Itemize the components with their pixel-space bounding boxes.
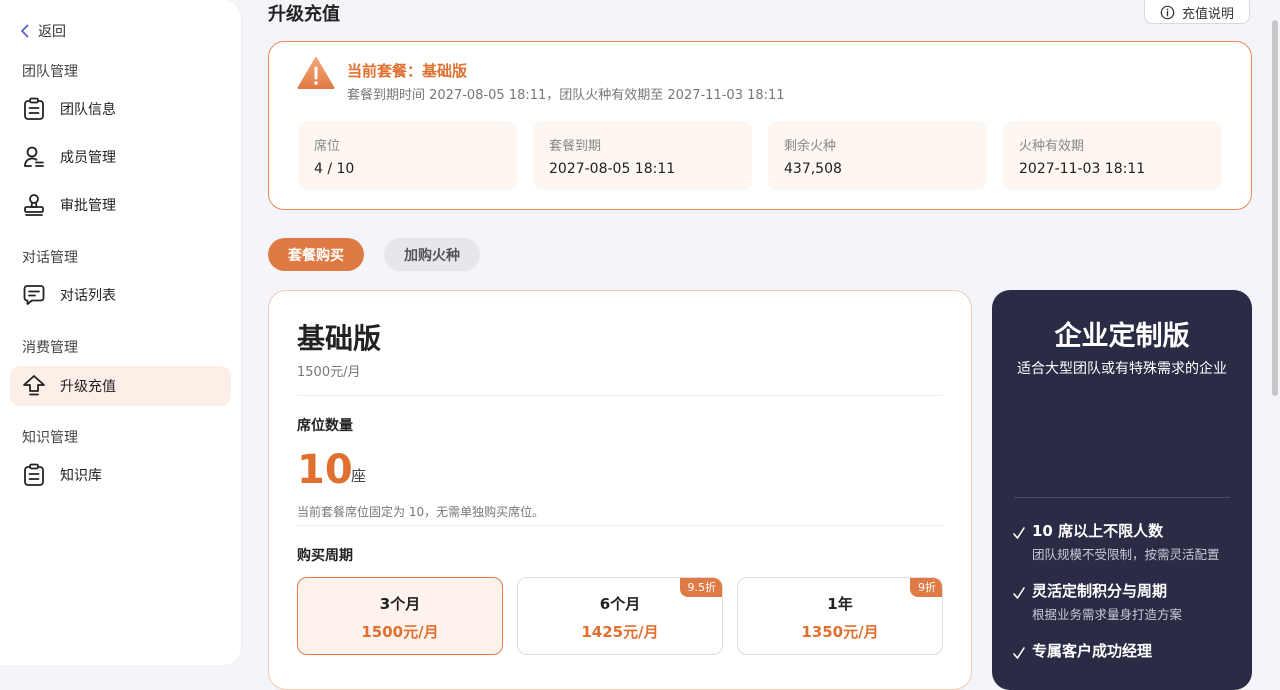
sidebar-item-upgrade[interactable]: 升级充值 xyxy=(10,366,231,406)
back-label: 返回 xyxy=(38,24,66,40)
sidebar-item-members[interactable]: 成员管理 xyxy=(10,137,231,177)
divider xyxy=(297,395,943,396)
stat-label: 席位 xyxy=(314,139,341,154)
check-icon xyxy=(1013,587,1025,599)
tab-plan-purchase[interactable]: 套餐购买 xyxy=(268,238,364,271)
divider xyxy=(1014,497,1230,498)
sidebar-item-label: 审批管理 xyxy=(60,198,116,214)
stat-value: 2027-11-03 18:11 xyxy=(1019,161,1146,177)
feature-title: 10 席以上不限人数 xyxy=(1032,522,1164,540)
user-manage-icon xyxy=(22,145,46,169)
seats-note: 当前套餐席位固定为 10，无需单独购买席位。 xyxy=(297,505,545,519)
back-button[interactable]: 返回 xyxy=(20,21,66,41)
current-plan-card: 当前套餐：基础版 套餐到期时间 2027-08-05 18:11，团队火种有效期… xyxy=(268,41,1252,210)
basic-plan-card: 基础版 1500元/月 席位数量 10 座 当前套餐席位固定为 10，无需单独购… xyxy=(268,290,972,690)
clipboard-icon xyxy=(22,97,46,121)
sidebar-item-chat-list[interactable]: 对话列表 xyxy=(10,275,231,315)
enterprise-title: 企业定制版 xyxy=(1054,321,1190,352)
chat-icon xyxy=(22,283,46,307)
period-name: 6个月 xyxy=(599,595,641,613)
enterprise-plan-card[interactable]: 企业定制版 适合大型团队或有特殊需求的企业 10 席以上不限人数 团队规模不受限… xyxy=(992,290,1252,690)
period-title: 购买周期 xyxy=(297,548,353,564)
period-name: 3个月 xyxy=(379,595,421,613)
sidebar-item-label: 对话列表 xyxy=(60,288,116,304)
seats-title: 席位数量 xyxy=(297,418,353,434)
current-plan-name: 当前套餐：基础版 xyxy=(347,62,468,80)
stat-sparks-validity: 火种有效期 2027-11-03 18:11 xyxy=(1003,121,1222,190)
stat-label: 剩余火种 xyxy=(784,139,837,154)
stat-remaining-sparks: 剩余火种 437,508 xyxy=(768,121,987,190)
seats-unit: 座 xyxy=(351,467,367,485)
sidebar-item-team-info[interactable]: 团队信息 xyxy=(10,89,231,129)
sidebar-item-label: 团队信息 xyxy=(60,102,116,118)
sidebar-item-label: 知识库 xyxy=(60,468,102,484)
plan-title: 基础版 xyxy=(297,322,382,355)
group-title-billing: 消费管理 xyxy=(22,340,78,356)
help-label: 充值说明 xyxy=(1181,6,1234,22)
upgrade-icon xyxy=(22,374,46,398)
stat-label: 套餐到期 xyxy=(549,139,602,154)
period-price: 1500元/月 xyxy=(361,623,439,641)
seats-value: 10 xyxy=(297,447,353,493)
check-icon xyxy=(1013,527,1025,539)
stat-plan-expire: 套餐到期 2027-08-05 18:11 xyxy=(533,121,752,190)
stat-value: 437,508 xyxy=(784,161,842,177)
sidebar-item-label: 成员管理 xyxy=(60,150,116,166)
group-title-chat: 对话管理 xyxy=(22,250,78,266)
current-plan-expire: 套餐到期时间 2027-08-05 18:11，团队火种有效期至 2027-11… xyxy=(347,88,785,103)
stat-value: 2027-08-05 18:11 xyxy=(549,161,676,177)
period-option-1-year[interactable]: 9折 1年 1350元/月 xyxy=(737,577,943,655)
feature-desc: 根据业务需求量身打造方案 xyxy=(1032,607,1183,622)
stamp-icon xyxy=(22,193,46,217)
feature-title: 灵活定制积分与周期 xyxy=(1032,582,1168,600)
check-icon xyxy=(1013,647,1025,659)
divider xyxy=(297,525,943,526)
enterprise-subtitle: 适合大型团队或有特殊需求的企业 xyxy=(1017,361,1227,377)
sidebar-item-label: 升级充值 xyxy=(60,379,116,395)
sidebar-item-approval[interactable]: 审批管理 xyxy=(10,185,231,225)
page-title: 升级充值 xyxy=(268,4,340,25)
group-title-team: 团队管理 xyxy=(22,64,78,80)
stat-value: 4 / 10 xyxy=(314,161,355,177)
stat-label: 火种有效期 xyxy=(1019,139,1085,154)
period-option-3-months[interactable]: 3个月 1500元/月 xyxy=(297,577,503,655)
stat-seats: 席位 4 / 10 xyxy=(298,121,517,190)
period-price: 1350元/月 xyxy=(801,623,879,641)
feature-title: 专属客户成功经理 xyxy=(1032,642,1153,660)
tab-buy-sparks[interactable]: 加购火种 xyxy=(384,238,480,271)
plan-price: 1500元/月 xyxy=(297,365,361,380)
chevron-left-icon xyxy=(21,24,29,38)
period-price: 1425元/月 xyxy=(581,623,659,641)
info-icon xyxy=(1160,5,1175,19)
period-option-6-months[interactable]: 9.5折 6个月 1425元/月 xyxy=(517,577,723,655)
sidebar: 返回 团队管理 团队信息 成员管理 审批管理 对话管理 对话列表 消费管理 升级… xyxy=(0,0,242,665)
warning-icon xyxy=(297,57,335,89)
period-name: 1年 xyxy=(827,595,853,613)
scrollbar-thumb[interactable] xyxy=(1272,20,1278,396)
clipboard-icon xyxy=(22,463,46,487)
group-title-knowledge: 知识管理 xyxy=(22,430,78,446)
help-button[interactable]: 充值说明 xyxy=(1144,0,1250,24)
feature-desc: 团队规模不受限制，按需灵活配置 xyxy=(1032,547,1220,562)
sidebar-item-knowledge-base[interactable]: 知识库 xyxy=(10,455,231,495)
scrollbar[interactable] xyxy=(1270,0,1280,665)
